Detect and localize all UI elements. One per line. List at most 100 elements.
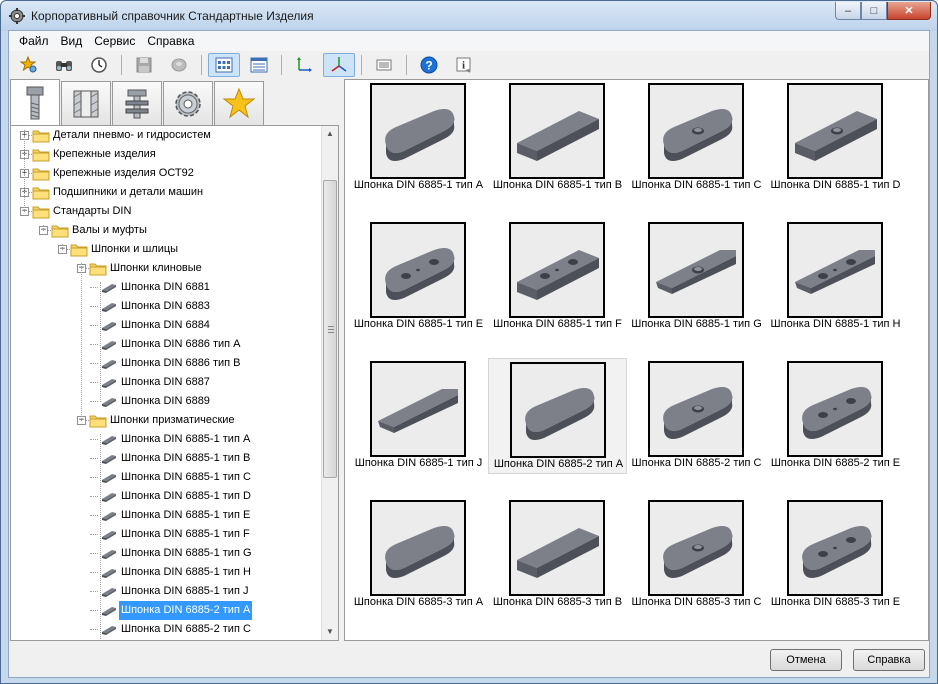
cancel-button[interactable]: Отмена: [770, 649, 842, 671]
tree-item[interactable]: Шпонка DIN 6881: [11, 278, 323, 297]
tree-folder[interactable]: − Шпонки клиновые: [11, 259, 323, 278]
star-search-button[interactable]: [13, 53, 45, 77]
part-card[interactable]: Шпонка DIN 6885-1 тип C: [627, 80, 766, 196]
list-view-button[interactable]: [243, 53, 275, 77]
info-button[interactable]: i: [448, 53, 480, 77]
history-button[interactable]: [83, 53, 115, 77]
tree-item[interactable]: Шпонка DIN 6885-1 тип F: [11, 525, 323, 544]
scroll-up-icon[interactable]: ▲: [322, 126, 338, 142]
key-part-icon: [100, 565, 118, 580]
tree-folder[interactable]: − Валы и муфты: [11, 221, 323, 240]
toolbar-separator: [281, 55, 282, 75]
axis-2d-button[interactable]: [288, 53, 320, 77]
tree-item[interactable]: Шпонка DIN 6887: [11, 373, 323, 392]
key-part-icon: [100, 622, 118, 637]
minimize-button[interactable]: –: [835, 2, 861, 20]
axis-3d-button[interactable]: [323, 53, 355, 77]
title-bar[interactable]: Корпоративный справочник Стандартные Изд…: [1, 1, 937, 31]
tree-item[interactable]: Шпонка DIN 6885-1 тип G: [11, 544, 323, 563]
tab-nuts[interactable]: [61, 81, 111, 125]
tree-item[interactable]: Шпонка DIN 6889: [11, 392, 323, 411]
grid-view-button[interactable]: [208, 53, 240, 77]
part-card[interactable]: Шпонка DIN 6885-1 тип J: [349, 358, 488, 474]
help-button[interactable]: ?: [413, 53, 445, 77]
tab-favorites[interactable]: [214, 81, 264, 125]
part-card[interactable]: Шпонка DIN 6885-1 тип H: [766, 219, 905, 335]
tree-folder[interactable]: − Шпонки и шлицы: [11, 240, 323, 259]
help-dialog-button[interactable]: Справка: [853, 649, 925, 671]
part-caption: Шпонка DIN 6885-1 тип C: [631, 179, 762, 191]
tree-item[interactable]: Шпонка DIN 6885-1 тип A: [11, 430, 323, 449]
part-card[interactable]: Шпонка DIN 6885-3 тип C: [627, 497, 766, 613]
find-button[interactable]: [48, 53, 80, 77]
scroll-thumb[interactable]: [323, 180, 337, 478]
part-card[interactable]: Шпонка DIN 6885-3 тип E: [766, 497, 905, 613]
tree-item[interactable]: Шпонка DIN 6886 тип A: [11, 335, 323, 354]
tree-item[interactable]: Шпонка DIN 6883: [11, 297, 323, 316]
tree-scrollbar[interactable]: ▲ ▼: [321, 126, 338, 640]
tree-item[interactable]: Шпонка DIN 6885-1 тип D: [11, 487, 323, 506]
client-area: Файл Вид Сервис Справка ? i + Детали пне…: [8, 30, 930, 678]
part-thumbnail: [370, 500, 466, 596]
part-card[interactable]: Шпонка DIN 6885-3 тип B: [488, 497, 627, 613]
properties-button[interactable]: [368, 53, 400, 77]
tab-bolts[interactable]: [10, 79, 60, 125]
tree-connector: [90, 496, 98, 497]
menu-service[interactable]: Сервис: [88, 34, 141, 48]
tree-label: Шпонки призматические: [110, 414, 235, 426]
key-part-icon: [100, 508, 118, 523]
tree-folder[interactable]: − Шпонки призматические: [11, 411, 323, 430]
part-card[interactable]: Шпонка DIN 6885-1 тип F: [488, 219, 627, 335]
tree-connector: [90, 287, 98, 288]
key-part-icon: [100, 470, 118, 485]
parts-gallery: Шпонка DIN 6885-1 тип A Шпонка DIN 6885-1…: [344, 79, 929, 641]
tree-folder[interactable]: − Стандарты DIN: [11, 202, 323, 221]
part-thumbnail: [787, 500, 883, 596]
save-button[interactable]: [128, 53, 160, 77]
tree-folder[interactable]: + Подшипники и детали машин: [11, 183, 323, 202]
part-card[interactable]: Шпонка DIN 6885-3 тип A: [349, 497, 488, 613]
part-card[interactable]: Шпонка DIN 6885-2 тип C: [627, 358, 766, 474]
key-part-icon: [100, 432, 118, 447]
svg-text:?: ?: [425, 59, 432, 73]
part-thumbnail: [370, 83, 466, 179]
tree-item[interactable]: Шпонка DIN 6886 тип B: [11, 354, 323, 373]
tree-folder[interactable]: + Крепежные изделия ОСТ92: [11, 164, 323, 183]
tree-item[interactable]: Шпонка DIN 6884: [11, 316, 323, 335]
scroll-down-icon[interactable]: ▼: [322, 624, 338, 640]
part-card[interactable]: Шпонка DIN 6885-1 тип G: [627, 219, 766, 335]
part-card[interactable]: Шпонка DIN 6885-1 тип A: [349, 80, 488, 196]
part-caption: Шпонка DIN 6885-1 тип B: [492, 179, 623, 191]
part-card[interactable]: Шпонка DIN 6885-1 тип E: [349, 219, 488, 335]
tree-folder[interactable]: + Детали пневмо- и гидросистем: [11, 126, 323, 145]
folder-icon: [89, 261, 107, 276]
tree-item[interactable]: Шпонка DIN 6885-1 тип H: [11, 563, 323, 582]
tree-item[interactable]: Шпонка DIN 6885-1 тип B: [11, 449, 323, 468]
menu-file[interactable]: Файл: [13, 34, 55, 48]
tree-label: Шпонка DIN 6886 тип A: [121, 338, 241, 350]
tree-label: Шпонка DIN 6885-1 тип J: [121, 585, 249, 597]
part-card[interactable]: Шпонка DIN 6885-1 тип D: [766, 80, 905, 196]
menu-help[interactable]: Справка: [141, 34, 200, 48]
tree-item[interactable]: Шпонка DIN 6885-2 тип C: [11, 620, 323, 639]
tree-item[interactable]: Шпонка DIN 6885-2 тип A: [11, 601, 323, 620]
tab-gears[interactable]: [163, 81, 213, 125]
part-caption: Шпонка DIN 6885-2 тип E: [770, 457, 901, 469]
menu-view[interactable]: Вид: [55, 34, 89, 48]
disk-button[interactable]: [163, 53, 195, 77]
tab-fasteners[interactable]: [112, 81, 162, 125]
part-caption: Шпонка DIN 6885-1 тип J: [354, 457, 483, 469]
tree-item[interactable]: Шпонка DIN 6885-1 тип C: [11, 468, 323, 487]
tree-label: Шпонка DIN 6884: [121, 319, 210, 331]
part-card[interactable]: Шпонка DIN 6885-1 тип B: [488, 80, 627, 196]
tree-label: Шпонки и шлицы: [91, 243, 179, 255]
toolbar-separator: [361, 55, 362, 75]
tree-item[interactable]: Шпонка DIN 6885-1 тип J: [11, 582, 323, 601]
tree-item[interactable]: Шпонка DIN 6885-1 тип E: [11, 506, 323, 525]
maximize-button[interactable]: □: [861, 2, 887, 20]
tree-guide-line: [24, 130, 25, 212]
close-button[interactable]: ✕: [887, 2, 931, 20]
tree-folder[interactable]: + Крепежные изделия: [11, 145, 323, 164]
part-card[interactable]: Шпонка DIN 6885-2 тип E: [766, 358, 905, 474]
part-card[interactable]: Шпонка DIN 6885-2 тип A: [488, 358, 627, 474]
